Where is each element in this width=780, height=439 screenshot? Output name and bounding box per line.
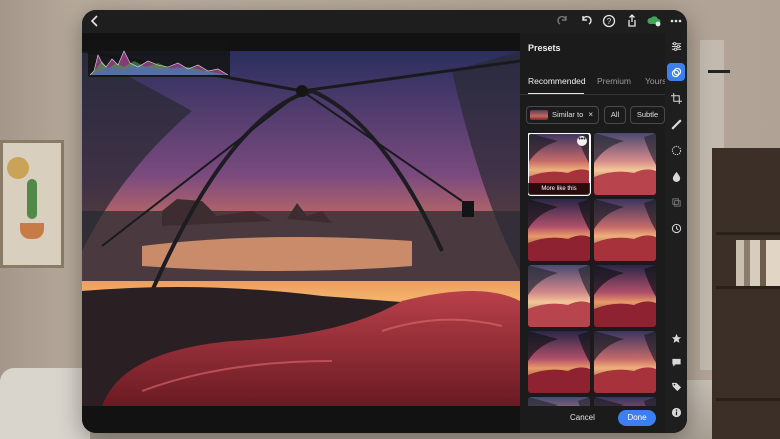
bookshelf [712, 148, 780, 439]
tabs-divider [520, 94, 665, 95]
filter-all-chip[interactable]: All [604, 106, 626, 124]
photo-canvas[interactable] [82, 33, 520, 433]
preset-grid: ••• More like this [528, 133, 658, 408]
preset-thumbnail[interactable] [528, 265, 590, 327]
panel-footer: Cancel Done [520, 406, 665, 433]
done-button[interactable]: Done [618, 410, 656, 426]
preset-thumbnail[interactable] [594, 133, 656, 195]
back-chevron-icon[interactable] [86, 12, 104, 30]
preset-thumbnail-selected[interactable]: ••• More like this [528, 133, 591, 196]
top-bar: ? [82, 10, 687, 33]
preset-thumbnail[interactable] [528, 199, 590, 261]
preset-thumbnail[interactable] [594, 331, 656, 393]
cloud-sync-icon[interactable] [645, 12, 663, 30]
more-like-this-label[interactable]: More like this [528, 183, 590, 195]
lightroom-window: ? Presets Recommended Premium Yours Simi… [82, 10, 687, 433]
preset-more-icon[interactable]: ••• [577, 136, 587, 146]
books [736, 240, 780, 286]
preset-thumbnail[interactable] [594, 199, 656, 261]
wall-lamp [708, 70, 730, 73]
presets-panel: Presets Recommended Premium Yours Simila… [520, 33, 666, 433]
more-icon[interactable] [667, 12, 685, 30]
edited-photo [82, 51, 520, 406]
panel-title: Presets [528, 43, 561, 53]
crop-icon[interactable] [667, 89, 685, 107]
help-icon[interactable]: ? [600, 12, 618, 30]
history-icon[interactable] [667, 219, 685, 237]
tag-icon[interactable] [667, 377, 685, 395]
histogram [88, 41, 230, 77]
tab-premium[interactable]: Premium [597, 76, 631, 86]
info-icon[interactable] [667, 403, 685, 421]
right-toolbar [665, 33, 687, 433]
presets-icon[interactable] [667, 63, 685, 81]
star-icon[interactable] [667, 329, 685, 347]
tab-yours[interactable]: Yours [645, 76, 666, 86]
sliders-icon[interactable] [667, 37, 685, 55]
share-icon[interactable] [623, 12, 641, 30]
preset-thumbnail[interactable] [594, 265, 656, 327]
cancel-button[interactable]: Cancel [570, 413, 595, 422]
versions-icon[interactable] [667, 193, 685, 211]
undo-icon[interactable] [577, 12, 595, 30]
healing-brush-icon[interactable] [667, 115, 685, 133]
blur-icon[interactable] [667, 167, 685, 185]
similar-to-filter-chip[interactable]: Similar to × [526, 106, 599, 124]
masking-icon[interactable] [667, 141, 685, 159]
filter-subtle-chip[interactable]: Subtle [630, 106, 665, 124]
similar-to-thumbnail [530, 110, 548, 120]
similar-to-label: Similar to [552, 110, 584, 119]
sofa [0, 368, 90, 439]
clear-filter-icon[interactable]: × [588, 107, 593, 123]
comment-icon[interactable] [667, 353, 685, 371]
wall-art [0, 140, 64, 268]
svg-text:?: ? [607, 17, 612, 26]
preset-thumbnail[interactable] [528, 331, 590, 393]
redo-icon[interactable] [554, 12, 572, 30]
tab-recommended[interactable]: Recommended [528, 76, 586, 86]
